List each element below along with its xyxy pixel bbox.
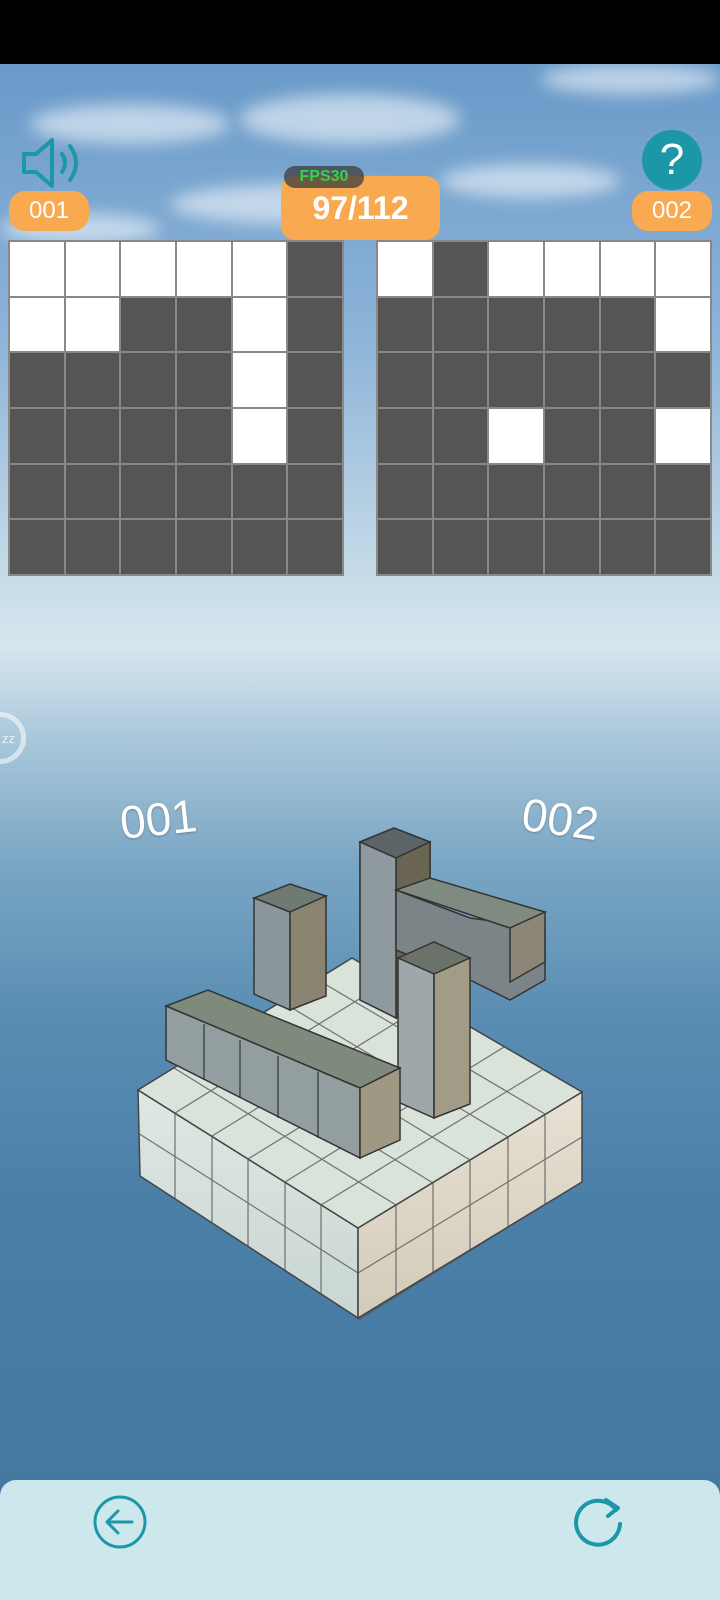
reset-button[interactable] [570,1494,626,1550]
refresh-icon [574,1498,622,1547]
bottom-bar [0,1480,720,1600]
back-arrow-icon [93,1495,147,1549]
back-button[interactable] [92,1494,148,1550]
cube-structure[interactable] [0,0,720,1600]
